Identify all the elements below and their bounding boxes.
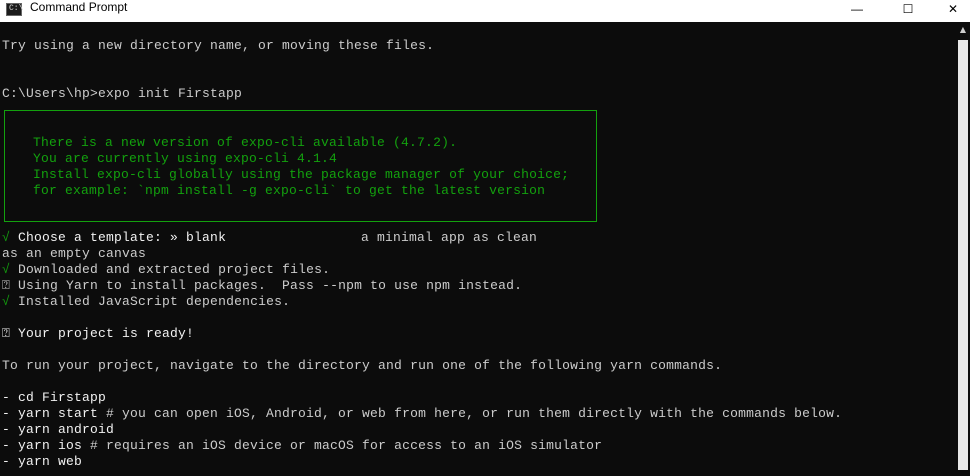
template-line: √ Choose a template: » blank bbox=[2, 230, 226, 246]
notice-line: for example: `npm install -g expo-cli` t… bbox=[33, 183, 546, 198]
notice-line: You are currently using expo-cli 4.1.4 bbox=[33, 151, 338, 166]
update-notice-box: There is a new version of expo-cli avail… bbox=[4, 110, 597, 222]
status-line: ⍰ Using Yarn to install packages. Pass -… bbox=[2, 278, 523, 293]
check-icon: √ bbox=[2, 294, 11, 309]
check-icon: √ bbox=[2, 230, 11, 245]
command-yarn-start: - yarn start # you can open iOS, Android… bbox=[2, 406, 843, 421]
run-instructions: To run your project, navigate to the dir… bbox=[2, 358, 723, 373]
window-title: Command Prompt bbox=[30, 0, 128, 14]
scroll-up-icon[interactable]: ▲ bbox=[956, 22, 970, 38]
minimize-button[interactable]: — bbox=[834, 0, 880, 18]
terminal-output[interactable]: Try using a new directory name, or movin… bbox=[0, 22, 956, 476]
status-line: √ Installed JavaScript dependencies. bbox=[2, 294, 291, 309]
command-yarn-ios: - yarn ios # requires an iOS device or m… bbox=[2, 438, 603, 453]
notice-line: Install expo-cli globally using the pack… bbox=[33, 167, 570, 182]
ready-line: ⍰ Your project is ready! bbox=[2, 326, 195, 341]
terminal-line: Try using a new directory name, or movin… bbox=[2, 38, 435, 53]
command-prompt-icon: C:\ bbox=[6, 3, 23, 16]
command-cd: - cd Firstapp bbox=[2, 390, 107, 405]
check-icon: √ bbox=[2, 262, 11, 277]
box-icon: ⍰ bbox=[2, 326, 10, 341]
box-icon: ⍰ bbox=[2, 278, 10, 293]
status-line: √ Downloaded and extracted project files… bbox=[2, 262, 331, 277]
command-yarn-android: - yarn android bbox=[2, 422, 115, 437]
minimize-icon: — bbox=[851, 2, 863, 16]
maximize-button[interactable]: ☐ bbox=[885, 0, 931, 18]
command-line: C:\Users\hp>expo init Firstapp bbox=[2, 86, 243, 101]
scrollbar-thumb[interactable] bbox=[958, 40, 968, 470]
close-icon: ✕ bbox=[947, 2, 959, 16]
template-description-continued: as an empty canvas bbox=[2, 246, 147, 261]
command-yarn-web: - yarn web bbox=[2, 454, 83, 469]
title-bar[interactable]: C:\ Command Prompt — ☐ ✕ bbox=[0, 0, 970, 22]
template-description: a minimal app as clean bbox=[361, 230, 538, 245]
notice-line: There is a new version of expo-cli avail… bbox=[33, 135, 458, 150]
close-button[interactable]: ✕ bbox=[930, 0, 970, 18]
vertical-scrollbar[interactable]: ▲ bbox=[956, 22, 970, 476]
maximize-icon: ☐ bbox=[902, 2, 914, 16]
template-prompt: Choose a template: » blank bbox=[18, 230, 227, 245]
